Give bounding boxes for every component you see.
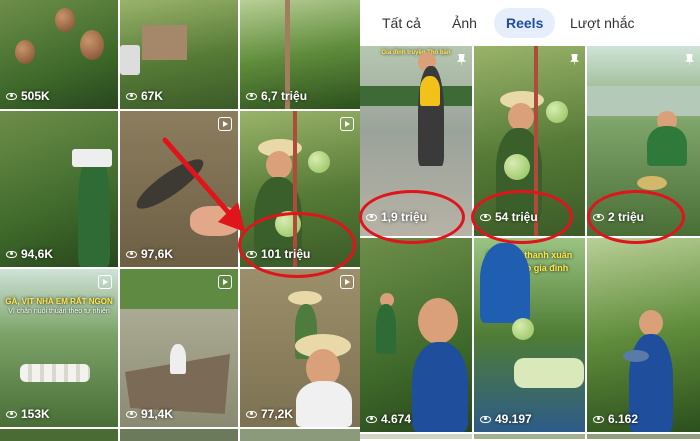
fruit-decoration [55,8,75,32]
fruit-decoration [512,318,534,340]
tab-all[interactable]: Tất cả [382,8,421,38]
eye-icon [246,92,257,100]
reels-icon [98,275,112,289]
fruit-decoration [308,151,330,173]
hat-image [288,291,322,305]
tab-photos[interactable]: Ảnh [452,8,477,38]
video-caption: Gia đình truyền Thổ bản [381,50,451,56]
eye-icon [6,410,17,418]
person-image [170,344,186,374]
view-count: 153K [6,407,50,421]
reel-tile[interactable]: 91,4K [120,269,238,427]
fruit-pile-image [514,358,584,388]
reels-icon [340,275,354,289]
reel-tile-partial[interactable] [587,434,700,439]
pond-image [587,86,700,116]
view-count: 505K [6,89,50,103]
eye-icon [480,213,491,221]
tab-bar: Tất cả Ảnh Reels Lượt nhắc [360,0,700,46]
reel-tile[interactable]: 54 triệu [474,46,585,236]
view-count: 94,6K [6,247,53,261]
tree-trunk-image [293,111,297,267]
face-image [266,151,292,179]
tab-reels[interactable]: Reels [494,8,556,38]
bowl-image [623,350,649,362]
reels-icon [218,275,232,289]
reel-tile[interactable]: GÀ, VỊT NHÀ EM RẤT NGON Vì chăn nuôi thu… [0,269,118,427]
reel-tile-partial[interactable] [360,434,472,439]
eye-icon [126,250,137,258]
eye-icon [126,410,137,418]
face-image [418,298,458,344]
eye-icon [366,213,377,221]
reel-tile[interactable]: 77,2K [240,269,360,427]
reel-tile[interactable]: 4.674 [360,238,472,432]
person-image [376,304,396,354]
view-count: 77,2K [246,407,293,421]
person-image [412,342,468,432]
video-subcaption: Vì chăn nuôi thuận theo tự nhiên [8,308,110,315]
reel-tile[interactable]: Gia đình truyền Thổ bản 1,9 triệu [360,46,472,236]
eye-icon [246,410,257,418]
pin-icon [570,54,579,66]
pin-icon [685,54,694,66]
arrow-annotation [162,137,245,232]
reel-tile[interactable]: 67K [120,0,238,109]
reel-tile[interactable]: 6,7 triệu [240,0,360,109]
person-image [420,76,440,106]
view-count: 49.197 [480,412,532,426]
view-count: 2 triệu [593,210,644,224]
eye-icon [6,250,17,258]
reel-tile[interactable]: 6.162 [587,238,700,432]
person-image [296,381,352,427]
right-reels-grid: Gia đình truyền Thổ bản 1,9 triệu 54 tri… [360,46,700,439]
person-image [647,126,687,166]
view-count: 67K [126,89,163,103]
reel-tile[interactable]: 2 triệu [587,46,700,236]
eye-icon [480,415,491,423]
view-count: 6,7 triệu [246,89,307,103]
eye-icon [246,250,257,258]
reel-tile[interactable]: Dành cả thanh xuân Để lo cho gia đình 49… [474,238,585,432]
person-image [78,151,110,267]
reels-icon [340,117,354,131]
reels-icon [218,117,232,131]
bucket-image [120,45,140,75]
fruit-decoration [15,40,35,64]
face-image [639,310,663,336]
video-caption: GÀ, VỊT NHÀ EM RẤT NGON [5,297,113,306]
face-image [508,103,534,131]
view-count: 91,4K [126,407,173,421]
reel-tile-partial[interactable] [0,429,118,441]
eye-icon [593,415,604,423]
view-count: 1,9 triệu [366,210,427,224]
eye-icon [126,92,137,100]
bag-image [72,149,112,167]
trees-image [360,86,472,106]
fruit-decoration [80,30,104,60]
tree-trunk-image [534,46,538,236]
view-count: 6.162 [593,412,638,426]
basket-image [637,176,667,190]
reel-tile-partial[interactable] [240,429,360,441]
reel-tile-partial[interactable] [474,434,585,439]
reel-tile-partial[interactable] [120,429,238,441]
fruit-decoration [546,101,568,123]
person-image [480,243,530,323]
view-count: 4.674 [366,412,411,426]
eye-icon [6,92,17,100]
ducks-image [20,364,90,382]
view-count: 54 triệu [480,210,538,224]
fruit-decoration [504,154,530,180]
wooden-box-image [142,25,187,60]
fruit-decoration [275,211,301,237]
reel-tile[interactable]: 94,6K [0,111,118,267]
reel-tile[interactable]: 505K [0,0,118,109]
tab-mentions[interactable]: Lượt nhắc [570,8,634,38]
eye-icon [593,213,604,221]
eye-icon [366,415,377,423]
